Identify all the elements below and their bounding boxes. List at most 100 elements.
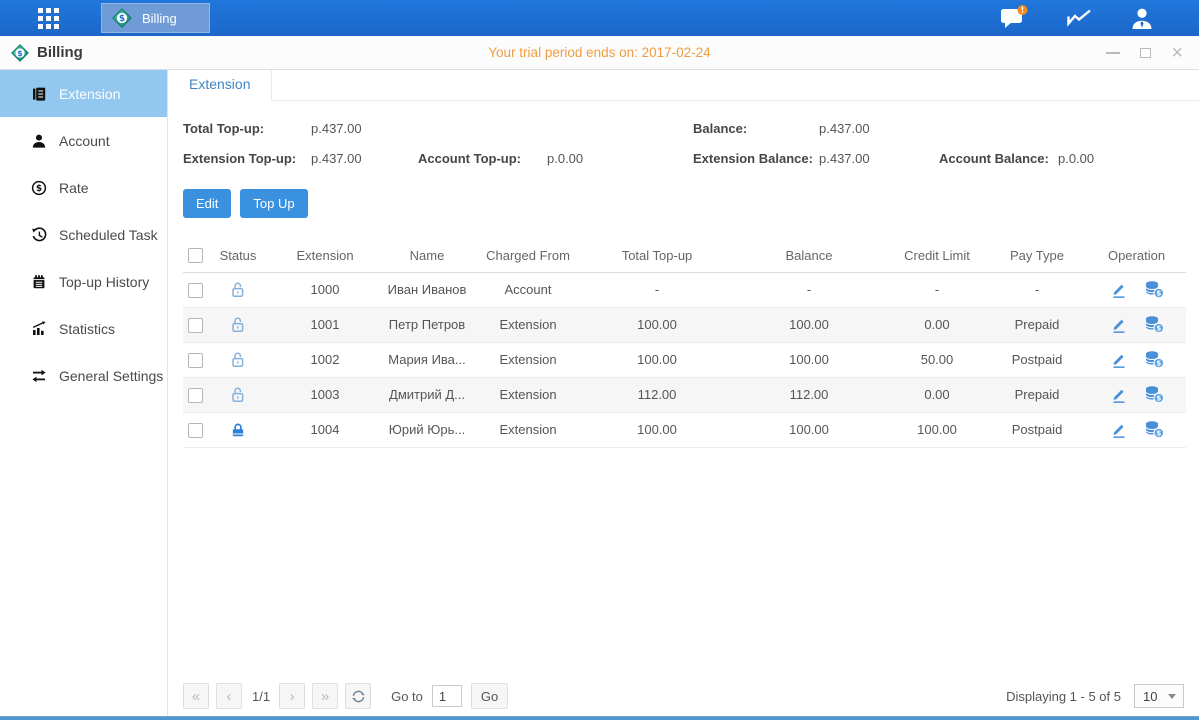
notebook-icon bbox=[31, 274, 47, 290]
cell-balance: 100.00 bbox=[731, 412, 887, 447]
cell-extension: 1001 bbox=[269, 307, 381, 342]
billing-diamond-icon: $ bbox=[10, 43, 30, 63]
cell-pay-type: Prepaid bbox=[987, 307, 1087, 342]
balance-value: p.437.00 bbox=[819, 121, 939, 136]
total-topup-label: Total Top-up: bbox=[183, 121, 311, 136]
row-checkbox[interactable] bbox=[188, 353, 203, 368]
statistics-chart-icon[interactable] bbox=[1066, 7, 1093, 29]
topbar: $ Billing ! bbox=[0, 0, 1199, 36]
row-checkbox[interactable] bbox=[188, 283, 203, 298]
cell-name: Мария Ива... bbox=[381, 342, 473, 377]
edit-icon[interactable] bbox=[1110, 316, 1128, 334]
notifications-icon[interactable]: ! bbox=[1000, 5, 1030, 31]
cell-extension: 1003 bbox=[269, 377, 381, 412]
trial-notice: Your trial period ends on: 2017-02-24 bbox=[0, 45, 1199, 60]
refresh-icon bbox=[351, 689, 366, 704]
cell-balance: 100.00 bbox=[731, 342, 887, 377]
sidebar-item-general-settings[interactable]: General Settings bbox=[0, 352, 167, 399]
edit-icon[interactable] bbox=[1110, 386, 1128, 404]
col-status: Status bbox=[207, 239, 269, 272]
cell-balance: 112.00 bbox=[731, 377, 887, 412]
edit-icon[interactable] bbox=[1110, 421, 1128, 439]
status-cell[interactable] bbox=[207, 377, 269, 412]
col-credit-limit: Credit Limit bbox=[887, 239, 987, 272]
top-up-coins-icon[interactable]: $ bbox=[1144, 385, 1164, 404]
svg-text:$: $ bbox=[1156, 325, 1161, 333]
lock-closed-icon bbox=[229, 421, 247, 439]
cell-pay-type: Postpaid bbox=[987, 342, 1087, 377]
clock-icon bbox=[31, 227, 47, 243]
cell-charged-from: Extension bbox=[473, 377, 583, 412]
sidebar-item-scheduled-task[interactable]: Scheduled Task bbox=[0, 211, 167, 258]
svg-text:!: ! bbox=[1021, 6, 1024, 15]
sidebar-item-statistics[interactable]: Statistics bbox=[0, 305, 167, 352]
edit-icon[interactable] bbox=[1110, 351, 1128, 369]
tab-strip: Extension bbox=[168, 70, 1199, 101]
status-cell[interactable] bbox=[207, 342, 269, 377]
cell-total-topup: 112.00 bbox=[583, 377, 731, 412]
refresh-button[interactable] bbox=[345, 683, 371, 709]
edit-button[interactable]: Edit bbox=[183, 189, 231, 218]
svg-text:$: $ bbox=[17, 48, 23, 57]
minimize-icon[interactable] bbox=[1106, 52, 1120, 54]
window-title: Billing bbox=[37, 44, 83, 61]
table-row: 1003 Дмитрий Д... Extension 112.00 112.0… bbox=[183, 377, 1186, 412]
col-pay-type: Pay Type bbox=[987, 239, 1087, 272]
table-header-row: Status Extension Name Charged From Total… bbox=[183, 239, 1186, 272]
status-cell[interactable] bbox=[207, 272, 269, 307]
tab-extension[interactable]: Extension bbox=[168, 70, 272, 101]
prev-page-button[interactable]: ‹ bbox=[216, 683, 242, 709]
sidebar-item-extension[interactable]: Extension bbox=[0, 70, 167, 117]
col-charged-from: Charged From bbox=[473, 239, 583, 272]
top-up-coins-icon[interactable]: $ bbox=[1144, 350, 1164, 369]
app-launcher-icon[interactable] bbox=[38, 8, 59, 29]
page-size-select[interactable]: 10 bbox=[1134, 684, 1184, 708]
edit-icon[interactable] bbox=[1110, 281, 1128, 299]
col-operation: Operation bbox=[1087, 239, 1186, 272]
cell-pay-type: - bbox=[987, 272, 1087, 307]
top-up-button[interactable]: Top Up bbox=[240, 189, 307, 218]
transfer-arrows-icon bbox=[31, 368, 47, 384]
cell-charged-from: Extension bbox=[473, 307, 583, 342]
account-balance-label: Account Balance: bbox=[939, 151, 1058, 166]
goto-page-input[interactable] bbox=[432, 685, 462, 707]
top-up-coins-icon[interactable]: $ bbox=[1144, 280, 1164, 299]
cell-pay-type: Prepaid bbox=[987, 377, 1087, 412]
last-page-button[interactable]: » bbox=[312, 683, 338, 709]
close-icon[interactable]: × bbox=[1171, 46, 1183, 60]
user-account-icon[interactable] bbox=[1129, 6, 1155, 31]
top-up-coins-icon[interactable]: $ bbox=[1144, 315, 1164, 334]
table-row: 1004 Юрий Юрь... Extension 100.00 100.00… bbox=[183, 412, 1186, 447]
row-checkbox[interactable] bbox=[188, 423, 203, 438]
sidebar-item-rate[interactable]: $ Rate bbox=[0, 164, 167, 211]
row-checkbox[interactable] bbox=[188, 318, 203, 333]
sidebar-item-topup-history[interactable]: Top-up History bbox=[0, 258, 167, 305]
select-all-checkbox[interactable] bbox=[188, 248, 203, 263]
status-cell[interactable] bbox=[207, 412, 269, 447]
extension-balance-label: Extension Balance: bbox=[693, 151, 819, 166]
account-balance-value: p.0.00 bbox=[1058, 151, 1184, 166]
displaying-text: Displaying 1 - 5 of 5 bbox=[1006, 689, 1121, 704]
maximize-icon[interactable] bbox=[1140, 48, 1151, 58]
cell-credit-limit: 50.00 bbox=[887, 342, 987, 377]
lock-open-icon bbox=[229, 316, 247, 334]
balance-summary: Total Top-up: p.437.00 Balance: p.437.00… bbox=[183, 121, 1184, 166]
sidebar-item-account[interactable]: Account bbox=[0, 117, 167, 164]
status-cell[interactable] bbox=[207, 307, 269, 342]
top-up-coins-icon[interactable]: $ bbox=[1144, 420, 1164, 439]
table-row: 1001 Петр Петров Extension 100.00 100.00… bbox=[183, 307, 1186, 342]
cell-charged-from: Extension bbox=[473, 412, 583, 447]
topbar-tab-billing[interactable]: $ Billing bbox=[101, 3, 210, 33]
go-button[interactable]: Go bbox=[471, 683, 508, 709]
cell-total-topup: 100.00 bbox=[583, 342, 731, 377]
window-bottom-border bbox=[0, 716, 1199, 720]
first-page-button[interactable]: « bbox=[183, 683, 209, 709]
window-titlebar: Your trial period ends on: 2017-02-24 $ … bbox=[0, 36, 1199, 70]
cell-credit-limit: 0.00 bbox=[887, 307, 987, 342]
cell-name: Дмитрий Д... bbox=[381, 377, 473, 412]
row-checkbox[interactable] bbox=[188, 388, 203, 403]
cell-extension: 1000 bbox=[269, 272, 381, 307]
next-page-button[interactable]: › bbox=[279, 683, 305, 709]
cell-name: Петр Петров bbox=[381, 307, 473, 342]
cell-credit-limit: - bbox=[887, 272, 987, 307]
